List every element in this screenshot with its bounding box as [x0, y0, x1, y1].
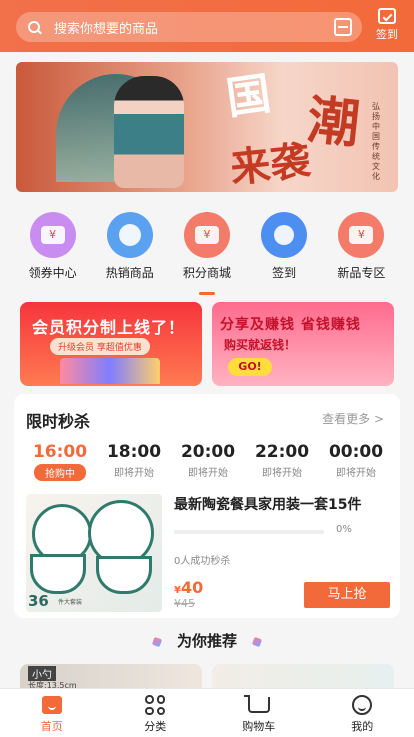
- time-slot-status: 抢购中: [34, 464, 86, 481]
- flash-time-slots: 16:00 抢购中 18:00 即将开始 20:00 即将开始 22:00 即将…: [28, 442, 388, 481]
- time-slot-time: 20:00: [180, 442, 236, 462]
- currency-symbol: ¥: [174, 585, 181, 596]
- product-price: ¥40: [174, 578, 203, 597]
- category-points-mall[interactable]: ¥ 积分商城: [177, 212, 237, 281]
- time-slot[interactable]: 20:00 即将开始: [176, 442, 240, 481]
- promo-share-earn[interactable]: 分享及赚钱 省钱赚钱 购买就返钱！ GO!: [212, 302, 394, 386]
- category-hot-products[interactable]: 热销商品: [100, 212, 160, 281]
- time-slot[interactable]: 18:00 即将开始: [102, 442, 166, 481]
- price-value: 40: [180, 578, 204, 597]
- view-more-link[interactable]: 查看更多 >: [322, 410, 384, 427]
- time-slot-status: 即将开始: [336, 468, 376, 479]
- banner-figure-graphic: [114, 76, 184, 188]
- sold-count: 0人成功秒杀: [174, 556, 231, 567]
- sparkle-icon: [151, 636, 163, 648]
- coupon-icon: ¥: [29, 212, 76, 258]
- time-slot-status: 即将开始: [114, 468, 154, 479]
- time-slot-time: 00:00: [328, 442, 384, 462]
- promo-title: 会员积分制上线了！: [32, 318, 186, 337]
- search-placeholder: 搜索你想要的商品: [54, 21, 159, 37]
- category-row: ¥ 领券中心 热销商品 ¥ 积分商城 签到 ¥ 新品专区: [0, 212, 414, 281]
- signin-icon: [261, 212, 308, 258]
- gift-box-graphic: [60, 358, 160, 384]
- search-icon: [28, 21, 40, 33]
- product-image-caption: 件大套装: [58, 599, 83, 606]
- tab-label: 我的: [351, 720, 374, 733]
- tab-home[interactable]: 首页: [12, 689, 92, 737]
- home-icon: [41, 696, 62, 714]
- tab-label: 首页: [40, 720, 63, 733]
- banner-text-2: 潮: [304, 90, 363, 156]
- tab-cart[interactable]: 购物车: [219, 689, 299, 737]
- recommend-header: 为你推荐: [0, 630, 414, 651]
- category-signin[interactable]: 签到: [254, 212, 314, 281]
- promo-subtitle: 升级会员 享超值优惠: [50, 338, 150, 355]
- time-slot[interactable]: 22:00 即将开始: [250, 442, 314, 481]
- bowl-graphic: [30, 554, 86, 594]
- search-input[interactable]: 搜索你想要的商品: [16, 12, 362, 42]
- promo-go-button[interactable]: GO!: [228, 358, 272, 376]
- category-label: 签到: [272, 266, 297, 280]
- flash-sale-title: 限时秒杀: [26, 412, 91, 431]
- category-coupon-center[interactable]: ¥ 领券中心: [23, 212, 83, 281]
- page-indicator: [199, 292, 215, 295]
- product-image[interactable]: 36 件大套装: [26, 494, 162, 612]
- category-label: 热销商品: [105, 266, 154, 280]
- category-label: 积分商城: [182, 266, 231, 280]
- money-bag-icon: ¥: [183, 212, 230, 258]
- hot-products-icon: [106, 212, 153, 258]
- signin-button[interactable]: 签到: [370, 8, 404, 42]
- category-new-products[interactable]: ¥ 新品专区: [331, 212, 391, 281]
- promo-subtitle: 购买就返钱！: [224, 338, 297, 352]
- time-slot-status: 即将开始: [188, 468, 228, 479]
- time-slot-time: 22:00: [254, 442, 310, 462]
- user-face-icon: [352, 695, 373, 715]
- bowl-graphic: [96, 556, 152, 594]
- signin-label: 签到: [376, 28, 398, 41]
- calendar-check-icon: [378, 8, 396, 24]
- tab-label: 分类: [144, 720, 167, 733]
- hero-banner[interactable]: 国 潮 来袭 弘扬中国传统文化: [16, 62, 398, 192]
- money-bag-icon: ¥: [338, 212, 385, 258]
- time-slot-status: 即将开始: [262, 468, 302, 479]
- time-slot-time: 18:00: [106, 442, 162, 462]
- progress-bar: [174, 530, 324, 534]
- time-slot[interactable]: 00:00 即将开始: [324, 442, 388, 481]
- product-image-count: 36: [28, 592, 49, 610]
- original-price: ¥45: [174, 597, 195, 610]
- banner-text-3: 来袭: [228, 137, 313, 192]
- tab-label: 购物车: [242, 720, 276, 733]
- bottom-tab-bar: 首页 分类 购物车 我的: [0, 688, 414, 737]
- sparkle-icon: [251, 636, 263, 648]
- tab-mine[interactable]: 我的: [322, 689, 402, 737]
- flash-sale-section: 限时秒杀 查看更多 > 16:00 抢购中 18:00 即将开始 20:00 即…: [14, 394, 400, 618]
- promo-title: 分享及赚钱 省钱赚钱: [220, 317, 361, 333]
- time-slot[interactable]: 16:00 抢购中: [28, 442, 92, 481]
- cart-icon: [243, 695, 270, 713]
- recommend-title: 为你推荐: [176, 632, 237, 650]
- buy-now-button[interactable]: 马上抢: [304, 582, 390, 608]
- scan-icon[interactable]: [334, 18, 352, 36]
- category-grid-icon: [145, 695, 166, 715]
- promo-membership[interactable]: 会员积分制上线了！ 升级会员 享超值优惠: [20, 302, 202, 386]
- category-label: 新品专区: [337, 266, 386, 280]
- header-bar: 搜索你想要的商品 签到: [0, 0, 414, 52]
- category-label: 领券中心: [28, 266, 77, 280]
- progress-percent: 0%: [336, 524, 352, 535]
- tab-category[interactable]: 分类: [115, 689, 195, 737]
- time-slot-time: 16:00: [32, 442, 88, 462]
- product-name[interactable]: 最新陶瓷餐具家用装一套15件: [174, 494, 361, 514]
- banner-vertical-text: 弘扬中国传统文化: [372, 102, 380, 181]
- banner-text-1: 国: [223, 68, 274, 125]
- card-label: 小勺: [28, 666, 56, 681]
